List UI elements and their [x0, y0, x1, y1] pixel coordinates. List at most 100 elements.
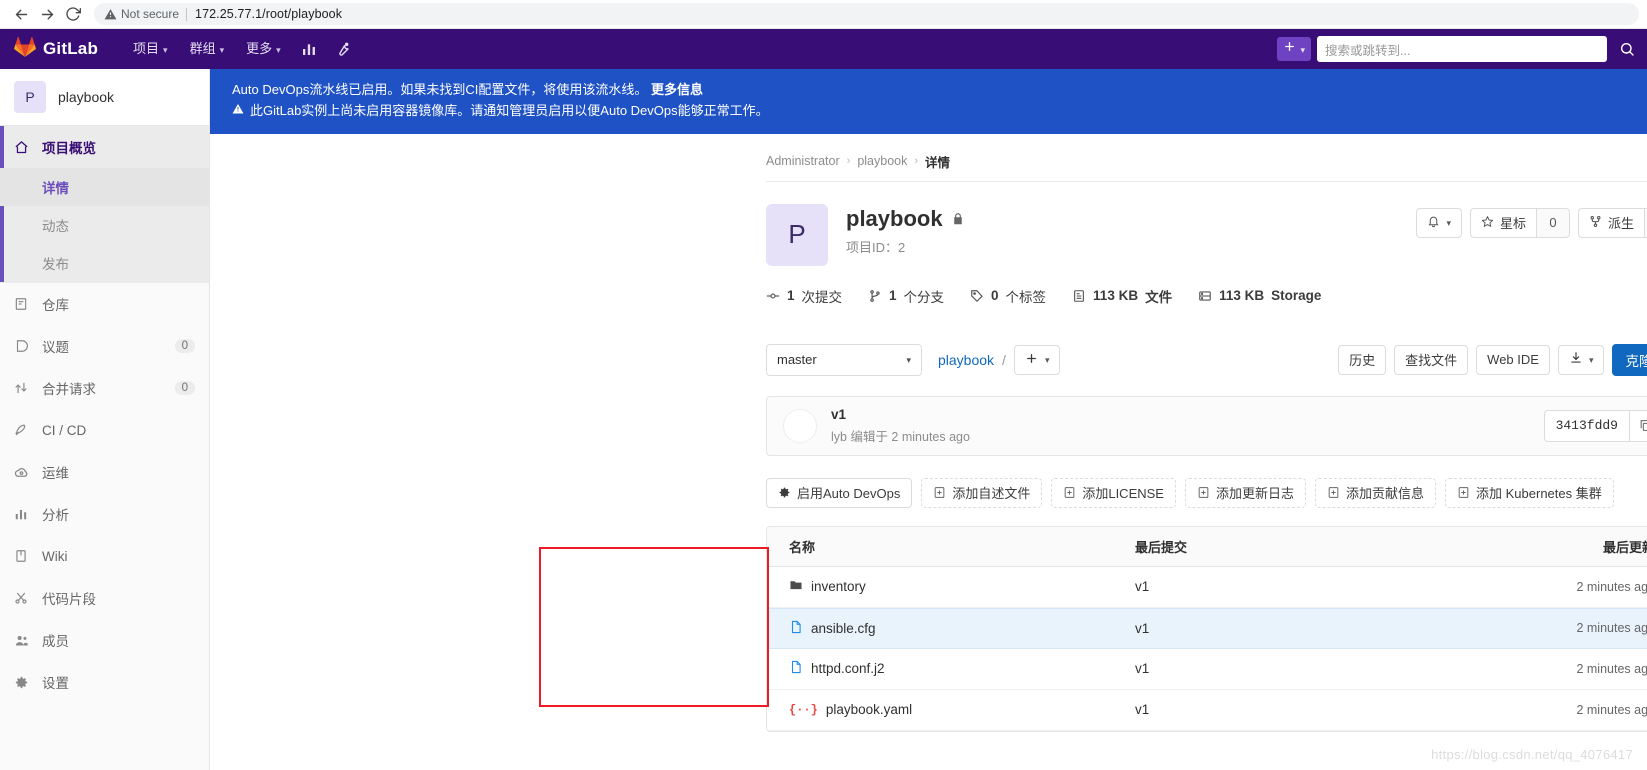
security-label: Not secure: [121, 7, 180, 21]
sidebar-item-merge-requests-count: 0: [174, 381, 195, 395]
fork-button[interactable]: 派生: [1577, 207, 1644, 238]
table-row[interactable]: {··} playbook.yaml v1 2 minutes ago: [767, 690, 1647, 731]
sidebar-item-settings[interactable]: 设置: [0, 661, 209, 703]
file-row-name-cell[interactable]: {··} playbook.yaml: [767, 702, 1135, 717]
sidebar-item-wiki[interactable]: Wiki: [0, 535, 209, 577]
sidebar-item-issues[interactable]: 议题 0: [0, 325, 209, 367]
chevron-down-icon: ▾: [1588, 355, 1594, 366]
file-row-name: httpd.conf.j2: [811, 661, 885, 677]
file-table-header-commit: 最后提交: [1135, 539, 1188, 555]
bell-icon: [1427, 215, 1440, 231]
sidebar-item-snippets[interactable]: 代码片段: [0, 577, 209, 619]
auto-devops-more-info-link[interactable]: 更多信息: [651, 82, 703, 97]
navbar-item-more[interactable]: 更多 ▾: [235, 29, 292, 69]
add-changelog-label: 添加更新日志: [1215, 486, 1294, 502]
last-commit-sha-group: 3413fdd9: [1543, 409, 1647, 442]
sidebar-item-cicd[interactable]: CI / CD: [0, 409, 209, 451]
sidebar-item-operations[interactable]: 运维: [0, 451, 209, 493]
repo-path-root[interactable]: playbook: [938, 352, 994, 368]
add-file-icon: [1197, 486, 1210, 499]
download-button[interactable]: ▾: [1557, 344, 1605, 375]
branch-selector[interactable]: master ▾: [766, 343, 922, 376]
last-commit-sha[interactable]: 3413fdd9: [1543, 409, 1629, 442]
clone-button[interactable]: 克隆 ▾: [1612, 343, 1647, 376]
sidebar-item-analytics[interactable]: 分析: [0, 493, 209, 535]
add-kubernetes-cluster-button[interactable]: 添加 Kubernetes 集群: [1445, 477, 1614, 508]
sidebar-project-header[interactable]: P playbook: [0, 69, 209, 126]
sidebar-item-wiki-label: Wiki: [42, 548, 68, 564]
add-license-button[interactable]: 添加LICENSE: [1051, 477, 1176, 508]
last-commit-title[interactable]: v1: [831, 407, 970, 422]
browser-reload-button[interactable]: [60, 1, 86, 27]
gitlab-tanuki-icon: [14, 36, 36, 62]
gear-icon: [778, 486, 791, 499]
stat-branches-label: 个分支: [903, 289, 945, 305]
navbar-right-cluster: ▾ 搜索或跳转到...: [1277, 36, 1635, 62]
new-item-button[interactable]: ▾: [1277, 37, 1311, 61]
repository-file-table: 名称 最后提交 最后更新 inventory v1 2 minutes ago: [766, 525, 1647, 732]
file-row-name: playbook.yaml: [825, 702, 913, 718]
browser-forward-button[interactable]: [34, 1, 60, 27]
search-input[interactable]: 搜索或跳转到...: [1317, 36, 1607, 62]
sidebar-item-overview[interactable]: 项目概览: [0, 126, 209, 168]
stat-commits[interactable]: 1 次提交: [766, 286, 842, 306]
web-ide-button[interactable]: Web IDE: [1476, 344, 1550, 375]
sidebar-item-members[interactable]: 成员: [0, 619, 209, 661]
star-button[interactable]: 星标: [1469, 207, 1536, 238]
plus-icon: [1025, 352, 1038, 368]
sidebar-subitem-details-label: 详情: [42, 181, 69, 196]
yaml-file-icon: {··}: [789, 702, 818, 717]
wrench-icon[interactable]: [326, 29, 360, 69]
sidebar-item-repository[interactable]: 仓库: [0, 283, 209, 325]
find-file-button[interactable]: 查找文件: [1394, 344, 1469, 375]
file-row-name-cell[interactable]: httpd.conf.j2: [767, 660, 1135, 677]
navbar-item-projects[interactable]: 项目 ▾: [122, 29, 179, 69]
stat-tags-label: 个标签: [1005, 289, 1047, 305]
add-to-repo-button[interactable]: ▾: [1013, 344, 1061, 375]
history-button-label: 历史: [1349, 353, 1376, 369]
sidebar-subitem-releases[interactable]: 发布: [0, 244, 209, 282]
search-icon[interactable]: [1613, 41, 1635, 57]
chart-icon[interactable]: [292, 29, 326, 69]
add-readme-button[interactable]: 添加自述文件: [921, 477, 1043, 508]
app-shell: P playbook 项目概览 详情 动态 发布 仓库 议题 0 合并请求 0 …: [0, 69, 1647, 770]
chevron-down-icon: ▾: [1044, 355, 1050, 366]
breadcrumb-separator: ›: [914, 155, 919, 168]
gitlab-brand-text: GitLab: [43, 39, 99, 58]
file-row-commit: v1: [1135, 579, 1150, 595]
auto-devops-alert-line1: Auto DevOps流水线已启用。如果未找到CI配置文件，将使用该流水线。 更…: [232, 79, 1625, 100]
enable-auto-devops-button[interactable]: 启用Auto DevOps: [766, 477, 913, 508]
chevron-down-icon: ▾: [1446, 218, 1451, 229]
copy-icon[interactable]: [1629, 409, 1647, 442]
fork-button-group: 派生 0: [1577, 207, 1647, 238]
stat-tags[interactable]: 0 个标签: [970, 286, 1046, 306]
sidebar-subitem-details[interactable]: 详情: [0, 168, 209, 206]
gitlab-logo-link[interactable]: GitLab: [14, 36, 98, 62]
search-placeholder-text: 搜索或跳转到...: [1325, 43, 1411, 58]
table-row[interactable]: inventory v1 2 minutes ago: [767, 567, 1647, 608]
breadcrumb-item-owner[interactable]: Administrator: [766, 154, 840, 168]
table-row[interactable]: httpd.conf.j2 v1 2 minutes ago: [767, 649, 1647, 690]
stat-files-label: 文件: [1145, 289, 1173, 305]
cloud-icon: [14, 465, 34, 480]
file-row-name-cell[interactable]: ansible.cfg: [767, 620, 1135, 637]
add-changelog-button[interactable]: 添加更新日志: [1184, 477, 1306, 508]
address-bar[interactable]: Not secure 172.25.77.1/root/playbook: [94, 3, 1639, 25]
file-row-name-cell[interactable]: inventory: [767, 578, 1135, 595]
table-row[interactable]: ansible.cfg v1 2 minutes ago: [767, 607, 1647, 649]
add-readme-label: 添加自述文件: [952, 486, 1031, 502]
breadcrumb-item-project[interactable]: playbook: [857, 154, 907, 168]
sidebar-item-merge-requests[interactable]: 合并请求 0: [0, 367, 209, 409]
add-contribution-label: 添加贡献信息: [1346, 486, 1425, 502]
page-title: playbook: [846, 206, 965, 232]
sidebar-subitem-activity[interactable]: 动态: [0, 206, 209, 244]
find-file-button-label: 查找文件: [1405, 353, 1458, 369]
book-icon: [14, 549, 34, 563]
add-contribution-button[interactable]: 添加贡献信息: [1315, 477, 1437, 508]
navbar-item-groups[interactable]: 群组 ▾: [179, 29, 236, 69]
stat-branches[interactable]: 1 个分支: [868, 286, 944, 306]
browser-back-button[interactable]: [8, 1, 34, 27]
folder-icon: [789, 578, 803, 595]
notification-button[interactable]: ▾: [1416, 207, 1462, 238]
history-button[interactable]: 历史: [1338, 344, 1387, 375]
